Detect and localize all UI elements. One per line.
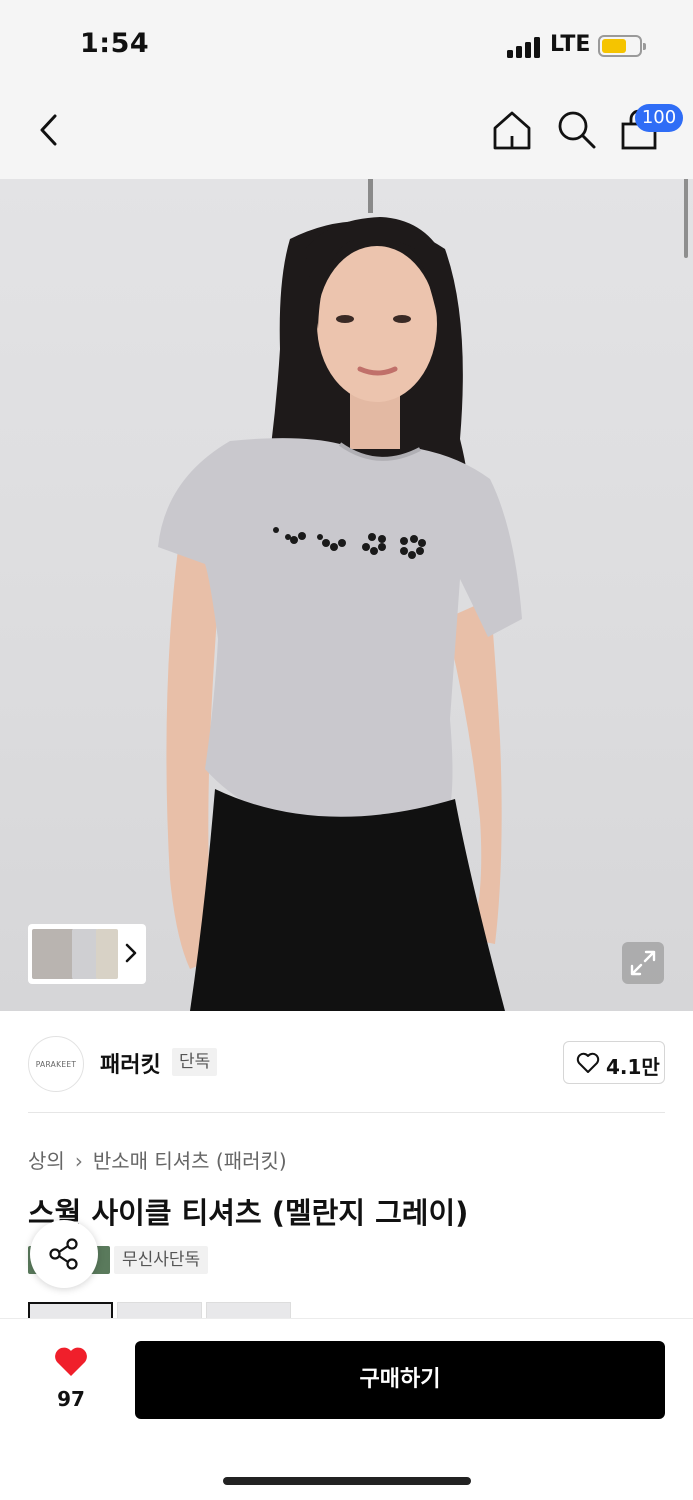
- nav-bar: 100: [0, 90, 693, 179]
- status-time: 1:54: [80, 28, 150, 59]
- search-icon: [558, 111, 596, 149]
- signal-icon: [507, 36, 543, 58]
- battery-icon: [598, 35, 646, 57]
- back-button[interactable]: [30, 110, 70, 150]
- like-count: 97: [57, 1387, 85, 1411]
- network-type: LTE: [550, 32, 591, 57]
- brand-exclusive-tag: 단독: [172, 1048, 218, 1076]
- heart-outline-icon: [576, 1052, 600, 1073]
- like-button[interactable]: 97: [36, 1343, 106, 1423]
- brand-logo[interactable]: PARAKEET: [28, 1036, 84, 1092]
- breadcrumb-item[interactable]: 상의: [28, 1149, 65, 1173]
- expand-image-button[interactable]: [622, 942, 664, 984]
- share-button[interactable]: [30, 1220, 98, 1288]
- cart-count-badge: 100: [635, 104, 683, 132]
- brand-row: PARAKEET 패러킷 단독 4.1만: [0, 1012, 693, 1112]
- heart-filled-icon: [55, 1347, 87, 1376]
- share-icon: [49, 1238, 78, 1270]
- breadcrumb-item[interactable]: 반소매 티셔츠 (패러킷): [93, 1149, 287, 1173]
- status-bar: 1:54 LTE: [0, 0, 693, 90]
- product-photo: [158, 179, 522, 1011]
- chevron-right-icon: [125, 943, 137, 963]
- chevron-right-icon: ›: [74, 1149, 83, 1173]
- chevron-left-icon: [40, 114, 57, 146]
- brand-name[interactable]: 패러킷: [100, 1047, 161, 1079]
- brand-like-button[interactable]: 4.1만: [563, 1041, 665, 1084]
- scroll-indicator[interactable]: [684, 179, 688, 258]
- image-thumbnail-strip[interactable]: [28, 924, 146, 984]
- buy-button[interactable]: 구매하기: [135, 1341, 665, 1419]
- product-image[interactable]: [0, 179, 693, 1011]
- expand-icon: [630, 950, 656, 976]
- home-icon: [493, 111, 531, 150]
- breadcrumb: 상의 › 반소매 티셔츠 (패러킷): [28, 1145, 287, 1174]
- search-button[interactable]: [555, 108, 599, 152]
- brand-like-count: 4.1만: [606, 1055, 660, 1079]
- home-indicator: [223, 1477, 471, 1485]
- exclusive-badge: 무신사단독: [114, 1246, 209, 1274]
- product-title: 스월 사이클 티셔츠 (멜란지 그레이): [28, 1196, 469, 1230]
- home-button[interactable]: [490, 108, 534, 152]
- divider: [28, 1112, 665, 1113]
- bottom-action-bar: 97 구매하기: [0, 1318, 693, 1500]
